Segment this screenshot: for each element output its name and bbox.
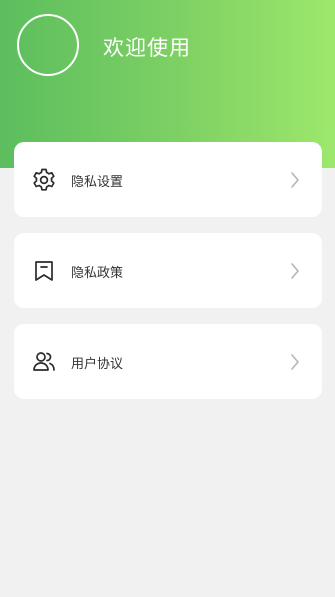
- welcome-title: 欢迎使用: [103, 36, 191, 60]
- menu-item-privacy-policy[interactable]: 隐私政策: [14, 233, 322, 308]
- chevron-right-icon: [291, 172, 299, 188]
- gear-icon: [33, 168, 55, 191]
- menu-item-label: 隐私政策: [71, 266, 124, 281]
- bookmark-icon: [35, 261, 53, 281]
- menu-item-user-agreement[interactable]: 用户协议: [14, 324, 322, 399]
- chevron-right-icon: [291, 354, 299, 370]
- menu-item-label: 用户协议: [71, 357, 124, 372]
- chevron-right-icon: [291, 263, 299, 279]
- avatar[interactable]: [17, 14, 79, 76]
- users-icon: [33, 352, 55, 371]
- menu-item-privacy-settings[interactable]: 隐私设置: [14, 142, 322, 217]
- menu-item-label: 隐私设置: [71, 175, 124, 190]
